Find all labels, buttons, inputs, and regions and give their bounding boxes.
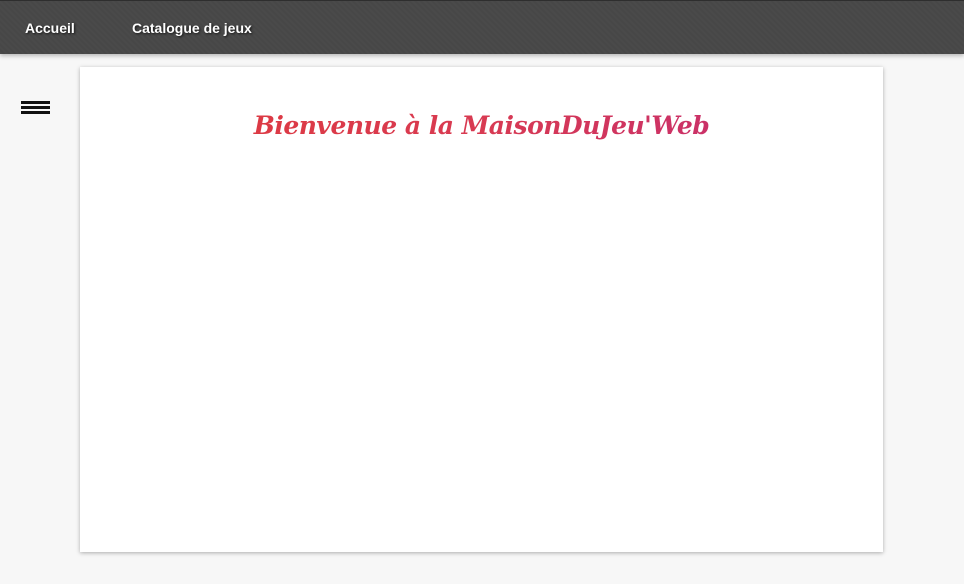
hamburger-bar <box>21 111 50 114</box>
nav-link-accueil[interactable]: Accueil <box>25 20 75 36</box>
top-navigation-bar: Accueil Catalogue de jeux <box>0 0 964 54</box>
main-content-card: Bienvenue à la MaisonDuJeu'Web <box>80 67 883 552</box>
hamburger-bar <box>21 101 50 104</box>
nav-link-catalogue-de-jeux[interactable]: Catalogue de jeux <box>132 20 252 36</box>
hamburger-bar <box>21 106 50 109</box>
hamburger-menu-icon[interactable] <box>21 100 50 117</box>
page-title: Bienvenue à la MaisonDuJeu'Web <box>80 111 883 140</box>
